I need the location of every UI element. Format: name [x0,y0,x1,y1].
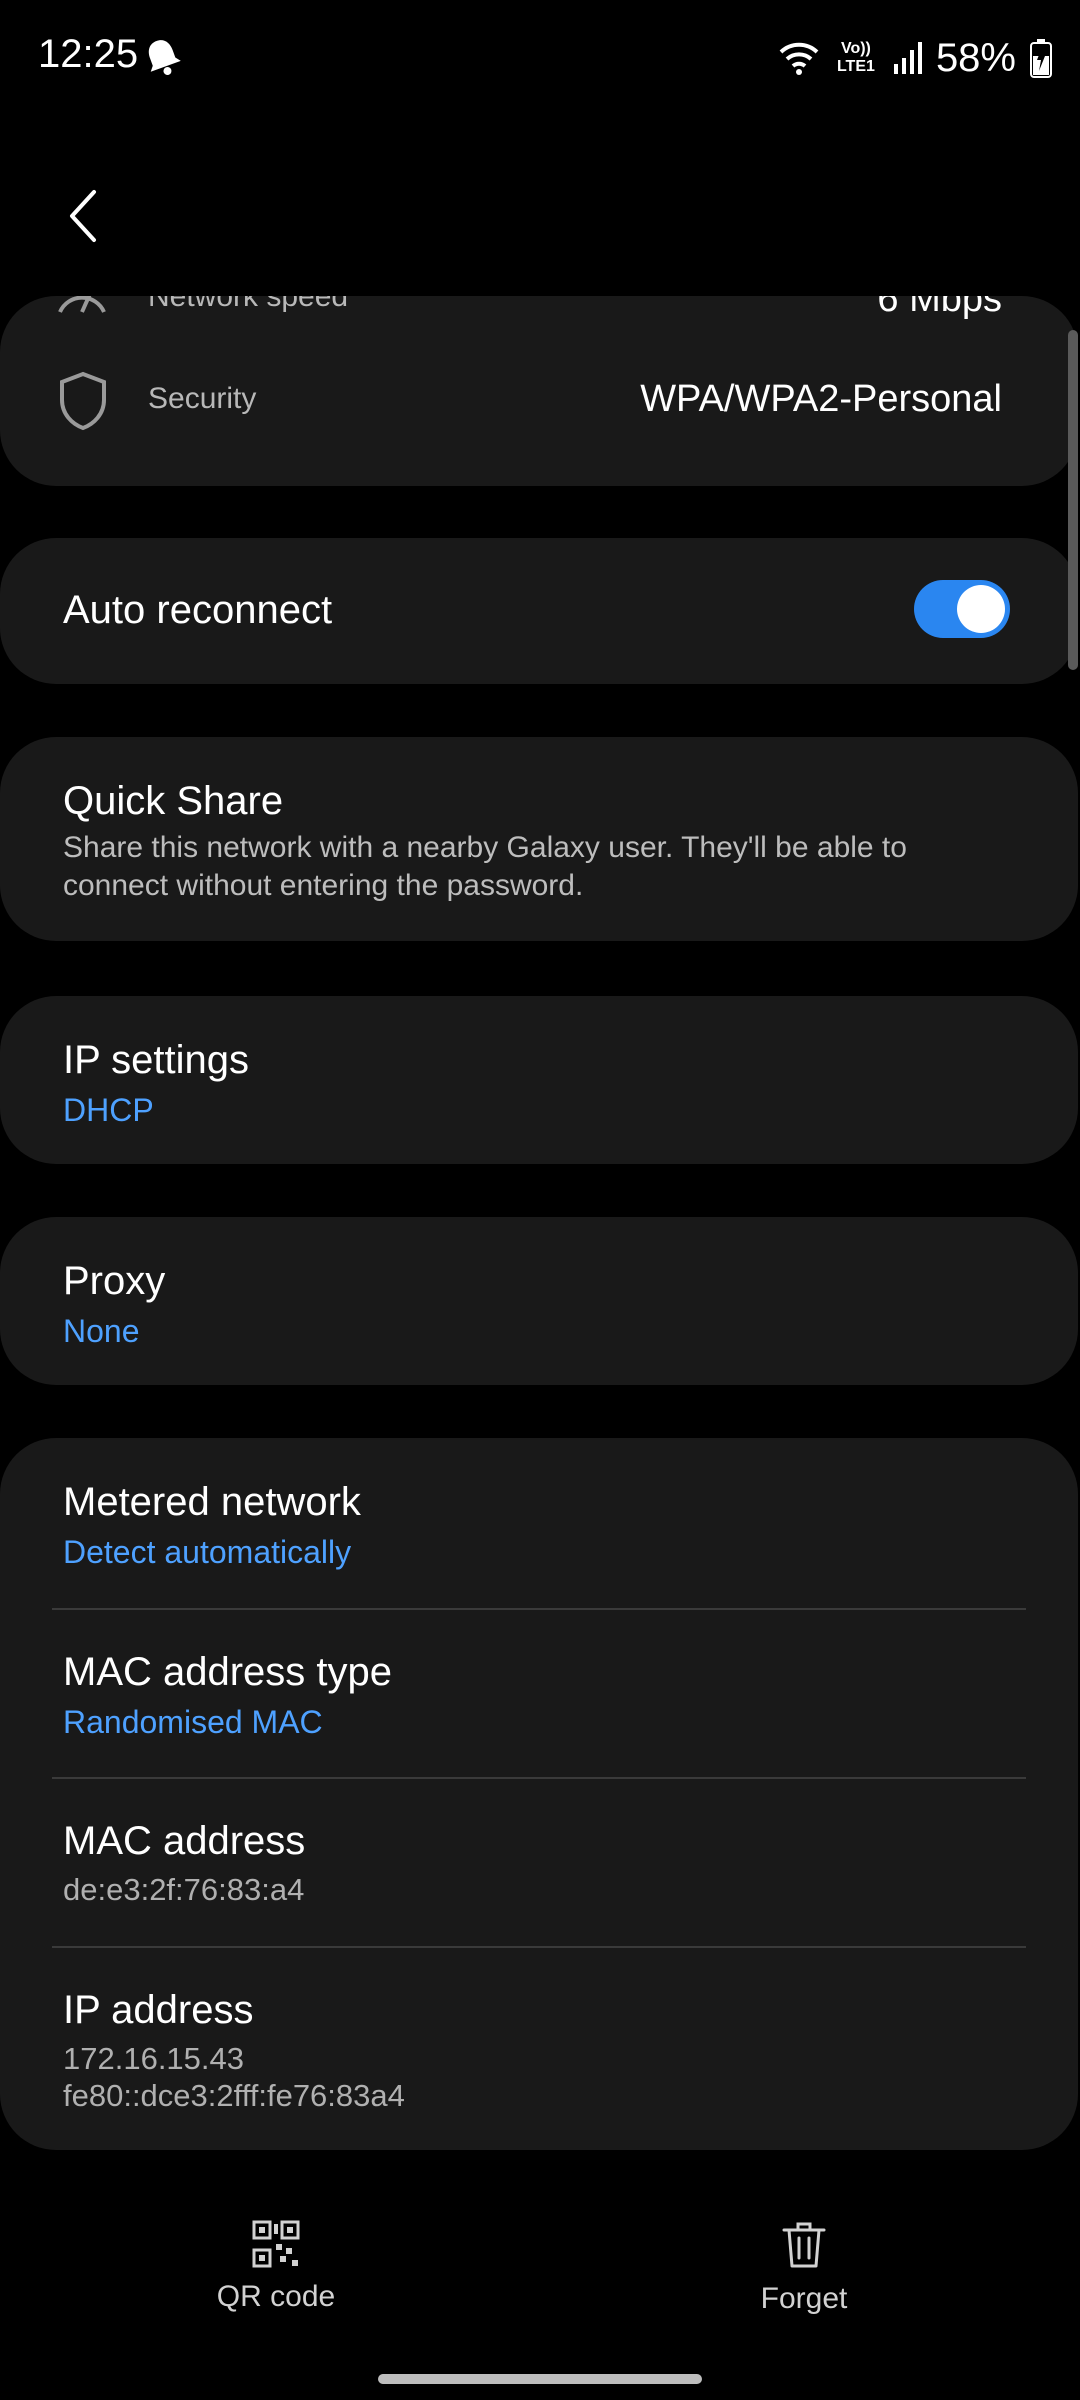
proxy-title: Proxy [63,1259,166,1303]
advanced-card: Metered network Detect automatically MAC… [0,1438,1078,2150]
metered-network-title: Metered network [63,1480,361,1524]
network-speed-label: Network speed [148,296,349,313]
mac-address-title: MAC address [63,1819,306,1863]
security-label: Security [148,382,257,415]
speed-icon [52,296,112,322]
metered-network-row[interactable]: Metered network Detect automatically [0,1438,1078,1608]
ip-settings-row[interactable]: IP settings DHCP [0,996,1078,1164]
bell-icon [148,40,181,76]
qr-code-icon [252,2220,300,2268]
ip-settings-title: IP settings [63,1038,250,1082]
scrollbar[interactable] [1068,330,1078,670]
mac-address-type-row[interactable]: MAC address type Randomised MAC [0,1610,1078,1778]
proxy-row[interactable]: Proxy None [0,1217,1078,1385]
ipv6-address: fe80::dce3:2fff:fe76:83a4 [63,2078,405,2113]
status-time: 12:25 [38,32,139,76]
quick-share-row[interactable]: Quick Share Share this network with a ne… [0,737,1078,941]
wifi-icon [779,42,819,75]
security-value: WPA/WPA2-Personal [640,378,1002,420]
shield-icon [60,371,106,431]
metered-network-value: Detect automatically [63,1534,352,1570]
back-arrow-icon[interactable] [60,186,106,246]
trash-icon [782,2222,826,2268]
quick-share-description: Share this network with a nearby Galaxy … [63,831,907,902]
mac-address-type-value: Randomised MAC [63,1704,323,1740]
quick-share-title: Quick Share [63,779,284,823]
mac-address-type-title: MAC address type [63,1650,393,1694]
auto-reconnect-toggle[interactable] [914,580,1010,638]
ip-address-row: IP address 172.16.15.43 fe80::dce3:2fff:… [0,1948,1078,2148]
ipv4-address: 172.16.15.43 [63,2041,245,2076]
forget-button[interactable]: Forget [674,2220,934,2330]
battery-icon [1030,39,1052,78]
qr-code-label: QR code [216,2280,336,2313]
mac-address-row: MAC address de:e3:2f:76:83:a4 [0,1779,1078,1947]
ip-settings-value: DHCP [63,1092,154,1128]
battery-percentage: 58% [935,35,1016,80]
home-indicator[interactable] [378,2374,702,2384]
auto-reconnect-label: Auto reconnect [63,588,333,632]
ip-address-title: IP address [63,1988,254,2032]
forget-label: Forget [760,2282,848,2315]
qr-code-button[interactable]: QR code [146,2220,406,2330]
network-type-label: Vo)) LTE1 [836,40,875,75]
status-icons: Vo)) LTE1 58% [778,30,1052,86]
signal-icon [893,42,922,74]
proxy-value: None [63,1313,140,1349]
mac-address-value: de:e3:2f:76:83:a4 [63,1872,305,1907]
network-details-card: Network speed 6 Mbps Security WPA/WPA2-P… [0,296,1078,486]
network-speed-value: 6 Mbps [877,296,1002,320]
